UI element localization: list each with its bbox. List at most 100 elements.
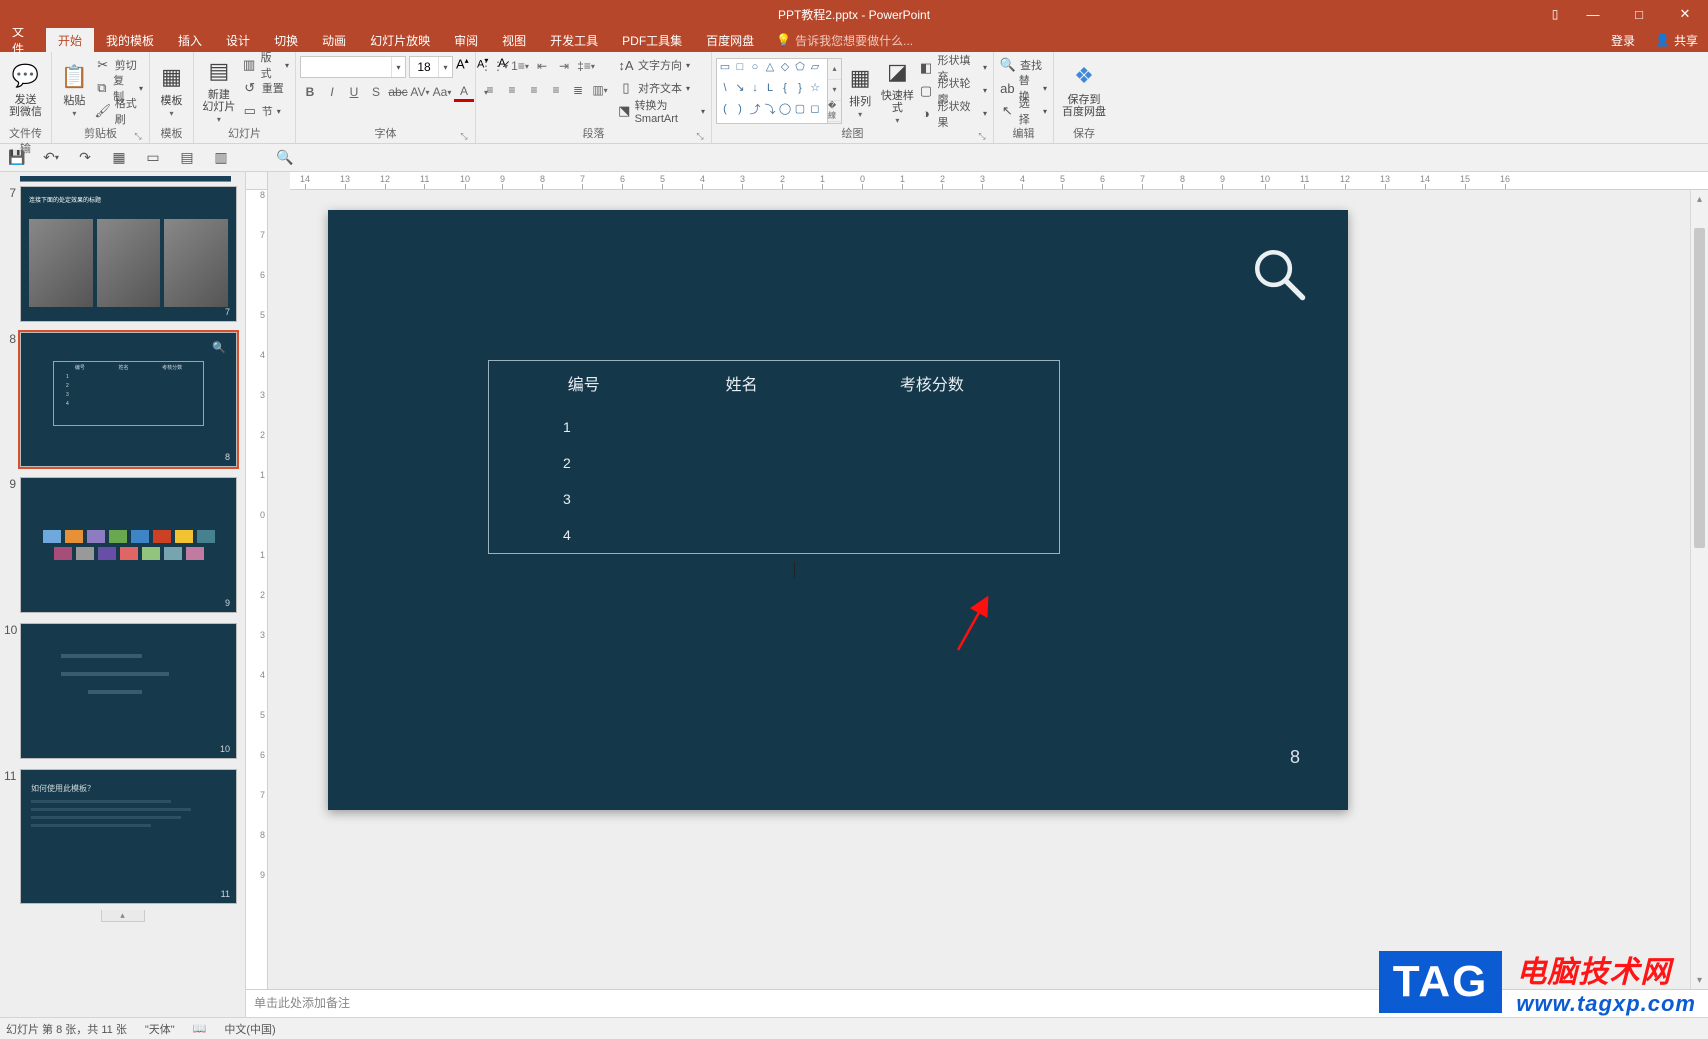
shape-option[interactable]: } bbox=[793, 81, 807, 95]
qat-search-button[interactable]: 🔍 bbox=[276, 149, 294, 167]
sign-in-button[interactable]: 登录 bbox=[1601, 32, 1645, 49]
increase-font-button[interactable]: A▴ bbox=[456, 56, 474, 78]
tab-file[interactable]: 文件 bbox=[0, 28, 46, 52]
send-to-wechat-button[interactable]: 💬 发送 到微信 bbox=[4, 54, 47, 124]
shape-option[interactable]: ( bbox=[718, 102, 732, 116]
thumbnail-slide-7[interactable]: 7 连接下面的处定效果的标题 7 bbox=[0, 182, 245, 328]
shape-option[interactable]: ▢ bbox=[793, 102, 807, 116]
thumbnail-slide-8[interactable]: 8 🔍 编号姓名考核分数 1234 8 bbox=[0, 328, 245, 474]
tab-view[interactable]: 视图 bbox=[490, 28, 538, 52]
numbering-button[interactable]: 1≡▾ bbox=[510, 56, 530, 76]
decrease-indent-button[interactable]: ⇤ bbox=[532, 56, 552, 76]
gallery-down-button[interactable]: ▾ bbox=[828, 80, 841, 101]
align-text-button[interactable]: ▯对齐文本▾ bbox=[616, 77, 707, 99]
shape-option[interactable]: ○ bbox=[748, 60, 762, 74]
close-button[interactable]: ✕ bbox=[1662, 0, 1708, 28]
shape-option[interactable]: { bbox=[778, 81, 792, 95]
tell-me-search[interactable]: 💡 告诉我您想要做什么... bbox=[776, 28, 913, 52]
font-size-combo[interactable]: ▾ bbox=[409, 56, 453, 78]
dropdown-icon[interactable]: ▾ bbox=[391, 57, 405, 77]
tab-my-templates[interactable]: 我的模板 bbox=[94, 28, 166, 52]
quick-styles-button[interactable]: ◪ 快速样式▾ bbox=[878, 56, 916, 126]
horizontal-ruler[interactable]: 1615141312111098765432101234567891011121… bbox=[290, 172, 1708, 190]
change-case-button[interactable]: Aa▾ bbox=[432, 82, 452, 102]
slide-thumbnails-panel[interactable]: 7 连接下面的处定效果的标题 7 8 🔍 编号姓名考核分数 1234 8 bbox=[0, 172, 246, 1017]
tab-baidu[interactable]: 百度网盘 bbox=[694, 28, 766, 52]
distribute-button[interactable]: ≣ bbox=[568, 80, 588, 100]
format-painter-button[interactable]: 格式刷 bbox=[93, 100, 145, 122]
layout-button[interactable]: ▥版式▾ bbox=[240, 54, 291, 76]
char-spacing-button[interactable]: AV▾ bbox=[410, 82, 430, 102]
gallery-up-button[interactable]: ▴ bbox=[828, 59, 841, 80]
tab-pdf[interactable]: PDF工具集 bbox=[610, 28, 694, 52]
convert-smartart-button[interactable]: ⬔转换为 SmartArt▾ bbox=[616, 100, 707, 122]
align-left-button[interactable]: ≡ bbox=[480, 80, 500, 100]
vertical-scrollbar[interactable]: ▴ ▾ bbox=[1690, 190, 1708, 989]
text-direction-button[interactable]: ↕A文字方向▾ bbox=[616, 54, 707, 76]
arrange-button[interactable]: ▦ 排列▾ bbox=[842, 56, 878, 126]
scroll-up-button[interactable]: ▴ bbox=[1691, 190, 1708, 208]
undo-button[interactable]: ↶▾ bbox=[42, 149, 60, 167]
increase-indent-button[interactable]: ⇥ bbox=[554, 56, 574, 76]
qat-icon-3[interactable]: ▤ bbox=[178, 149, 196, 167]
language-button[interactable]: 中文(中国) bbox=[224, 1021, 275, 1037]
panel-collapse-button[interactable]: ▴ bbox=[101, 910, 145, 922]
align-center-button[interactable]: ≡ bbox=[502, 80, 522, 100]
shadow-button[interactable]: S bbox=[366, 82, 386, 102]
columns-button[interactable]: ▥▾ bbox=[590, 80, 610, 100]
shape-option[interactable]: ↓ bbox=[748, 81, 762, 95]
shape-option[interactable]: ◇ bbox=[778, 60, 792, 74]
table-header-id[interactable]: 编号 bbox=[489, 361, 679, 410]
bullets-button[interactable]: ⋮⋮▾ bbox=[480, 56, 508, 76]
shape-option[interactable]: ◻ bbox=[808, 102, 822, 116]
shape-option[interactable]: ▱ bbox=[808, 60, 822, 74]
shape-option[interactable]: ▭ bbox=[718, 60, 732, 74]
thumbnail-slide-9[interactable]: 9 9 bbox=[0, 473, 245, 619]
justify-button[interactable]: ≡ bbox=[546, 80, 566, 100]
table-header-name[interactable]: 姓名 bbox=[679, 361, 805, 410]
italic-button[interactable]: I bbox=[322, 82, 342, 102]
maximize-button[interactable]: □ bbox=[1616, 0, 1662, 28]
shape-option[interactable]: L bbox=[763, 81, 777, 95]
gallery-more-button[interactable]: �線 bbox=[828, 101, 841, 122]
slide-8[interactable]: 编号 姓名 考核分数 1 2 3 4 8 bbox=[328, 210, 1348, 810]
slide-canvas[interactable]: 编号 姓名 考核分数 1 2 3 4 8 bbox=[268, 190, 1708, 989]
slide-table[interactable]: 编号 姓名 考核分数 1 2 3 4 bbox=[488, 360, 1060, 554]
font-launcher[interactable]: ⤡ bbox=[458, 130, 470, 142]
thumbnail-slide-11[interactable]: 11 如何使用此模板？ 11 bbox=[0, 765, 245, 911]
table-header-score[interactable]: 考核分数 bbox=[805, 361, 1060, 410]
tab-slideshow[interactable]: 幻灯片放映 bbox=[358, 28, 442, 52]
dropdown-icon[interactable]: ▾ bbox=[438, 57, 452, 77]
section-button[interactable]: ▭节▾ bbox=[240, 100, 291, 122]
tab-animations[interactable]: 动画 bbox=[310, 28, 358, 52]
vertical-ruler[interactable]: 9876543210123456789 bbox=[246, 190, 268, 989]
paste-button[interactable]: 📋 粘贴 ▾ bbox=[56, 54, 93, 124]
shape-option[interactable]: △ bbox=[763, 60, 777, 74]
shape-effects-button[interactable]: ◑形状效果▾ bbox=[916, 103, 989, 125]
share-button[interactable]: 👤共享 bbox=[1645, 32, 1708, 49]
tab-insert[interactable]: 插入 bbox=[166, 28, 214, 52]
shape-option[interactable]: ☆ bbox=[808, 81, 822, 95]
select-button[interactable]: ↖选择▾ bbox=[998, 100, 1049, 122]
shape-option[interactable]: ) bbox=[733, 102, 747, 116]
tab-design[interactable]: 设计 bbox=[214, 28, 262, 52]
template-button[interactable]: ▦ 模板 ▾ bbox=[154, 54, 189, 124]
shape-option[interactable]: ↘ bbox=[733, 81, 747, 95]
start-from-beginning-button[interactable]: ▥ bbox=[212, 149, 230, 167]
redo-button[interactable]: ↷ bbox=[76, 149, 94, 167]
shape-option[interactable]: \ bbox=[718, 81, 732, 95]
slide-counter[interactable]: 幻灯片 第 8 张，共 11 张 bbox=[6, 1021, 127, 1037]
tab-home[interactable]: 开始 bbox=[46, 28, 94, 52]
paragraph-launcher[interactable]: ⤡ bbox=[694, 130, 706, 142]
font-color-button[interactable]: A bbox=[454, 82, 474, 102]
scrollbar-thumb[interactable] bbox=[1694, 228, 1705, 548]
thumbnail-slide-10[interactable]: 10 10 bbox=[0, 619, 245, 765]
new-slide-button[interactable]: ▤ 新建 幻灯片 ▾ bbox=[198, 54, 240, 124]
shape-option[interactable]: □ bbox=[733, 60, 747, 74]
save-to-baidu-button[interactable]: ❖ 保存到 百度网盘 bbox=[1058, 54, 1110, 124]
align-right-button[interactable]: ≡ bbox=[524, 80, 544, 100]
strike-button[interactable]: abc bbox=[388, 82, 408, 102]
font-size-input[interactable] bbox=[410, 57, 438, 77]
shapes-gallery[interactable]: ▭□○△◇⬠▱\↘↓L{}☆()⤴⤵◯▢◻ ▴ ▾ �線 bbox=[716, 58, 842, 124]
clipboard-launcher[interactable]: ⤡ bbox=[132, 130, 144, 142]
